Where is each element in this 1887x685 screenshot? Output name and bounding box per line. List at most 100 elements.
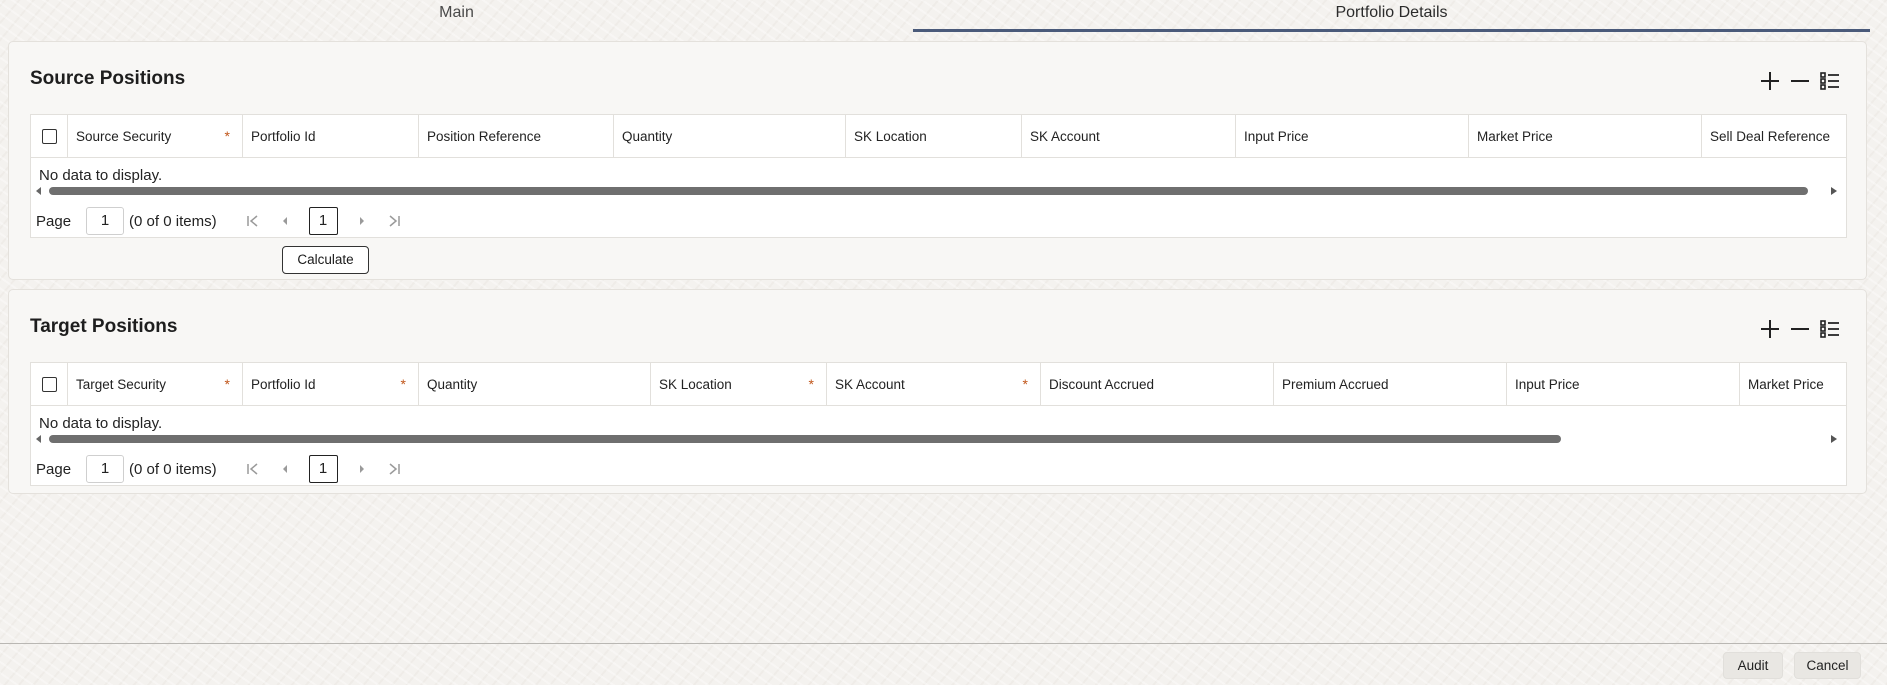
previous-page-button[interactable] [275, 459, 295, 479]
plus-icon [1761, 320, 1779, 338]
select-all-checkbox[interactable] [41, 129, 57, 144]
column-label: SK Location [659, 377, 732, 392]
previous-page-icon [282, 465, 287, 473]
scroll-right-icon[interactable] [1831, 435, 1837, 443]
page-label: Page [36, 460, 72, 478]
select-all-column [31, 363, 68, 405]
column-label: Portfolio Id [251, 129, 316, 144]
source-positions-title: Source Positions [30, 68, 186, 89]
required-marker: * [1022, 376, 1028, 392]
column-label: Market Price [1477, 129, 1553, 144]
select-all-column [31, 115, 68, 157]
required-marker: * [224, 128, 230, 144]
next-page-button[interactable] [352, 459, 372, 479]
last-page-icon [389, 215, 400, 227]
column-label: Sell Deal Reference [1710, 129, 1831, 144]
target-positions-panel: Target Positions Target Security * Portfo… [8, 289, 1867, 494]
column-header[interactable]: Quantity [419, 363, 651, 405]
column-label: SK Location [854, 129, 927, 144]
no-data-message: No data to display. [39, 415, 163, 432]
last-page-button[interactable] [384, 211, 404, 231]
target-grid-toolbar [1758, 317, 1842, 341]
column-header[interactable]: SK Location * [651, 363, 827, 405]
minus-icon [1791, 328, 1809, 330]
add-row-button[interactable] [1758, 317, 1782, 341]
previous-page-icon [282, 217, 287, 225]
single-record-view-button[interactable] [1818, 69, 1842, 93]
column-header[interactable]: SK Account * [827, 363, 1041, 405]
next-page-icon [359, 465, 364, 473]
column-label: SK Account [1030, 129, 1100, 144]
column-header[interactable]: Market Price [1740, 363, 1846, 405]
audit-button[interactable]: Audit [1723, 652, 1783, 679]
pagination: Page 1 (0 of 0 items) 1 [36, 453, 410, 485]
required-marker: * [400, 376, 406, 392]
minus-icon [1791, 80, 1809, 82]
item-count: (0 of 0 items) [129, 460, 217, 478]
column-header[interactable]: Target Security * [68, 363, 243, 405]
column-header[interactable]: Portfolio Id [243, 115, 419, 157]
column-label: Quantity [622, 129, 673, 144]
next-page-button[interactable] [352, 211, 372, 231]
delete-row-button[interactable] [1788, 317, 1812, 341]
source-positions-grid: Source Security * Portfolio Id Position R… [30, 114, 1847, 238]
scrollbar-thumb[interactable] [49, 435, 1561, 443]
column-header[interactable]: Source Security * [68, 115, 243, 157]
column-label: Portfolio Id [251, 377, 316, 392]
required-marker: * [224, 376, 230, 392]
last-page-icon [389, 463, 400, 475]
first-page-button[interactable] [243, 211, 263, 231]
column-header[interactable]: SK Location [846, 115, 1022, 157]
page-label: Page [36, 212, 72, 230]
column-label: Target Security [76, 377, 167, 392]
column-header[interactable]: Input Price [1236, 115, 1469, 157]
page-number-input[interactable]: 1 [86, 207, 125, 235]
tab-portfolio-details[interactable]: Portfolio Details [913, 0, 1870, 32]
source-positions-panel: Source Positions Source Security * Portfo… [8, 41, 1867, 280]
column-header[interactable]: Discount Accrued [1041, 363, 1274, 405]
column-header[interactable]: Market Price [1469, 115, 1702, 157]
current-page-button[interactable]: 1 [308, 207, 338, 235]
item-count: (0 of 0 items) [129, 212, 217, 230]
required-marker: * [808, 376, 814, 392]
column-header[interactable]: Sell Deal Reference [1702, 115, 1846, 157]
footer-bar: Audit Cancel [0, 643, 1887, 685]
column-header[interactable]: Quantity [614, 115, 846, 157]
page-number-input[interactable]: 1 [86, 455, 125, 483]
add-row-button[interactable] [1758, 69, 1782, 93]
column-label: SK Account [835, 377, 905, 392]
column-label: Position Reference [427, 129, 542, 144]
scrollbar-thumb[interactable] [49, 187, 1808, 195]
column-header[interactable]: Input Price [1507, 363, 1740, 405]
source-grid-toolbar [1758, 69, 1842, 93]
scroll-left-icon[interactable] [36, 187, 41, 195]
first-page-button[interactable] [243, 459, 263, 479]
column-header[interactable]: Premium Accrued [1274, 363, 1507, 405]
delete-row-button[interactable] [1788, 69, 1812, 93]
cancel-button[interactable]: Cancel [1794, 652, 1861, 679]
column-label: Input Price [1244, 129, 1309, 144]
page-navigation: 1 [237, 455, 410, 483]
list-view-icon [1820, 320, 1839, 338]
column-header[interactable]: Position Reference [419, 115, 614, 157]
pagination: Page 1 (0 of 0 items) 1 [36, 205, 410, 237]
column-label: Input Price [1515, 377, 1580, 392]
horizontal-scrollbar[interactable] [36, 434, 1841, 444]
list-view-icon [1820, 72, 1839, 90]
first-page-icon [246, 215, 258, 227]
tab-main[interactable]: Main [0, 0, 913, 32]
current-page-button[interactable]: 1 [308, 455, 338, 483]
previous-page-button[interactable] [275, 211, 295, 231]
select-all-checkbox[interactable] [41, 377, 57, 392]
column-label: Source Security [76, 129, 172, 144]
column-header[interactable]: Portfolio Id * [243, 363, 419, 405]
horizontal-scrollbar[interactable] [36, 186, 1841, 196]
single-record-view-button[interactable] [1818, 317, 1842, 341]
scroll-right-icon[interactable] [1831, 187, 1837, 195]
plus-icon [1761, 72, 1779, 90]
column-header[interactable]: SK Account [1022, 115, 1236, 157]
scroll-left-icon[interactable] [36, 435, 41, 443]
target-positions-title: Target Positions [30, 316, 178, 337]
calculate-button[interactable]: Calculate [282, 246, 369, 274]
last-page-button[interactable] [384, 459, 404, 479]
